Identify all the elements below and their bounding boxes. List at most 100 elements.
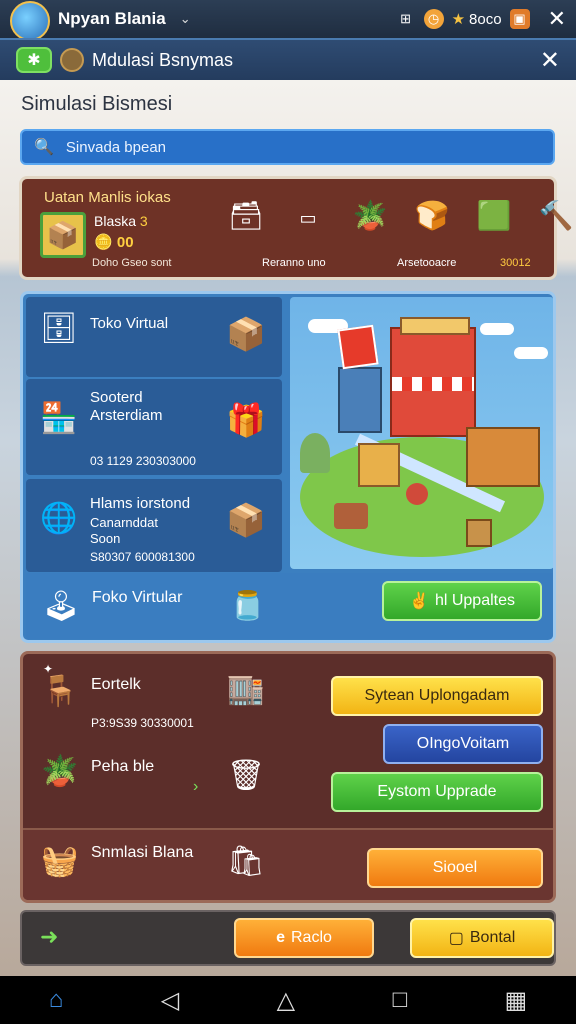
settings-gear-icon[interactable]: ✱ [16, 47, 52, 73]
cloud-icon [480, 323, 514, 335]
e-icon: e [276, 929, 285, 946]
action-bar: 🕹 Foko Virtular 🫙 ✌ hl Uppaltes [26, 573, 553, 639]
shop-card[interactable]: 🏪 Sooterd Arsterdiam 03 1129 230303000 🎁 [26, 379, 282, 475]
back-icon[interactable]: ◁ [161, 986, 179, 1015]
search-bar[interactable]: 🔍 [20, 129, 555, 165]
resource-label-2: Reranno uno [262, 257, 326, 269]
resources-title: Uatan Manlis iokas [44, 189, 171, 206]
battery-icon[interactable]: ▭ [289, 199, 327, 237]
bottom-card-label: Foko Virtular [92, 589, 183, 606]
systems-bottom-row: 🧺 Snmlasi Blana 🛍 Siooel [23, 830, 553, 900]
crate-stack [466, 519, 492, 547]
system-upgrade-label: Sytean Uplongadam [364, 687, 510, 704]
app-title: Npyan Blania [58, 9, 166, 28]
shop-sign-building [338, 367, 382, 433]
search-icon: 🔍 [34, 139, 54, 156]
resource-label-4: 30012 [500, 257, 531, 269]
clock-icon[interactable]: ◷ [423, 9, 444, 29]
box-icon: 📦 [226, 316, 266, 352]
shop-sign [337, 324, 379, 370]
online-button[interactable]: OIngoVoitam [383, 724, 543, 764]
shop-card-label: Sooterd [90, 389, 143, 406]
android-nav-bar: ⌂ ◁ △ □ ▦ [0, 976, 576, 1024]
well-icon [406, 483, 428, 505]
footer-bar: ➜ e Raclo ▢ Bontal [20, 910, 556, 966]
online-button-label: OIngoVoitam [416, 735, 510, 752]
systems-panel: ✦ 🪑 Eortelk P3:9S39 30330001 🏬 Sytean Up… [20, 651, 556, 903]
basket-icon: 🧺 [41, 845, 79, 878]
crate-icon[interactable]: 📦 [40, 212, 86, 258]
shop-card-number: 03 1129 230303000 [90, 454, 196, 468]
bread-icon[interactable]: 🍞 [413, 199, 451, 237]
bin-icon: 🗑 [227, 759, 266, 792]
blueprint-icon[interactable]: 🗃 [227, 199, 265, 237]
upgrade-button[interactable]: ✌ hl Uppaltes [382, 581, 542, 621]
cart-icon [334, 503, 368, 529]
shop-list: 🗄 Toko Virtual 📦 🏪 Sooterd Arsterdiam 03… [26, 297, 286, 572]
star-icon: ★ [451, 11, 466, 28]
close-icon[interactable]: ✕ [548, 6, 566, 32]
app-avatar[interactable] [10, 1, 50, 41]
shop-card-number: S80307 600081300 [90, 550, 195, 564]
select-button-label: Siooel [432, 859, 478, 876]
radio-button[interactable]: e Raclo [234, 918, 374, 958]
row3-label: Snmlasi Blana [91, 844, 194, 861]
plant-icon[interactable]: 🪴 [351, 199, 389, 237]
resources-panel: Uatan Manlis iokas 📦 Blaska 3 🪙 00 Doho … [19, 176, 573, 280]
row2-label: Peha ble [91, 758, 155, 775]
apps-grid-icon[interactable]: ▦ [505, 986, 528, 1015]
gold-value: 00 [116, 234, 134, 251]
dome-hut [300, 433, 330, 473]
shop-stall-icon: 🏬 [227, 673, 265, 706]
chest-icon[interactable]: ▣ [509, 9, 530, 29]
jar-icon: 🫙 [230, 590, 265, 621]
arrow-right-icon[interactable]: › [193, 778, 198, 796]
kiosk-icon: 🏪 [40, 402, 78, 435]
top-bar: Npyan Blania ⌄ ⊞ ◷ ★ 8oco ▣ ✕ [0, 0, 576, 41]
plant-pot-icon: 🪴 [41, 755, 79, 788]
shop-card-sublabel-2: Soon [90, 531, 121, 546]
shop-card[interactable]: 🌐 Hlams iorstond Canarnddat Soon S80307 … [26, 479, 282, 572]
cube-icon[interactable]: 🟩 [475, 199, 513, 237]
coin-icon [60, 48, 84, 72]
select-button[interactable]: Siooel [367, 848, 543, 888]
resource-name: Blaska 3 [94, 213, 148, 229]
shop-card[interactable]: 🗄 Toko Virtual 📦 [26, 297, 282, 377]
globe-icon: 🌐 [40, 502, 78, 535]
note-icon: ▢ [448, 930, 464, 947]
header-title: Mdulasi Bsnymas [92, 49, 234, 70]
home-tab-icon[interactable]: ⌂ [49, 986, 64, 1014]
header-close-icon[interactable]: ✕ [540, 46, 560, 75]
shop-card-sublabel: Arsterdiam [90, 407, 163, 424]
system-upgrade-button[interactable]: Sytean Uplongadam [331, 676, 543, 716]
coin-counter: ★ 8oco [451, 10, 502, 29]
resource-name-text: Blaska [94, 213, 137, 229]
coin-value: 8oco [469, 10, 502, 28]
window-header: ✱ Mdulasi Bsnymas ✕ [0, 38, 576, 80]
resource-badge: 3 [139, 213, 148, 229]
grid-icon[interactable]: ⊞ [396, 9, 416, 29]
resource-items: 🗃 ▭ 🪴 🍞 🟩 🔨 [227, 199, 575, 237]
home-icon[interactable]: △ [277, 986, 295, 1015]
system-upgrade-green-button[interactable]: Eystom Upprade [331, 772, 543, 812]
page-title: Simulasi Bismesi [21, 93, 173, 115]
bontal-button[interactable]: ▢ Bontal [410, 918, 554, 958]
box-icon: 📦 [226, 502, 266, 538]
town-illustration [290, 297, 553, 569]
radio-button-label: Raclo [291, 929, 332, 946]
chevron-down-icon[interactable]: ⌄ [180, 11, 191, 27]
shop-card-sublabel: Canarnddat [90, 515, 158, 530]
recents-icon[interactable]: □ [393, 986, 408, 1014]
row1-number: P3:9S39 30330001 [91, 716, 194, 730]
system-upgrade-green-label: Eystom Upprade [377, 783, 497, 800]
store-awning [392, 377, 474, 391]
arrow-icon[interactable]: ➜ [40, 924, 58, 950]
box-icon: 🎁 [226, 402, 266, 438]
search-input[interactable] [65, 138, 541, 156]
stall [358, 443, 400, 487]
upgrade-icon: ✌ [409, 593, 429, 610]
hammer-icon[interactable]: 🔨 [537, 199, 575, 237]
joystick-icon: 🕹 [42, 590, 81, 623]
store-roof [400, 317, 470, 335]
wardrobe-icon: 🗄 [40, 312, 79, 345]
